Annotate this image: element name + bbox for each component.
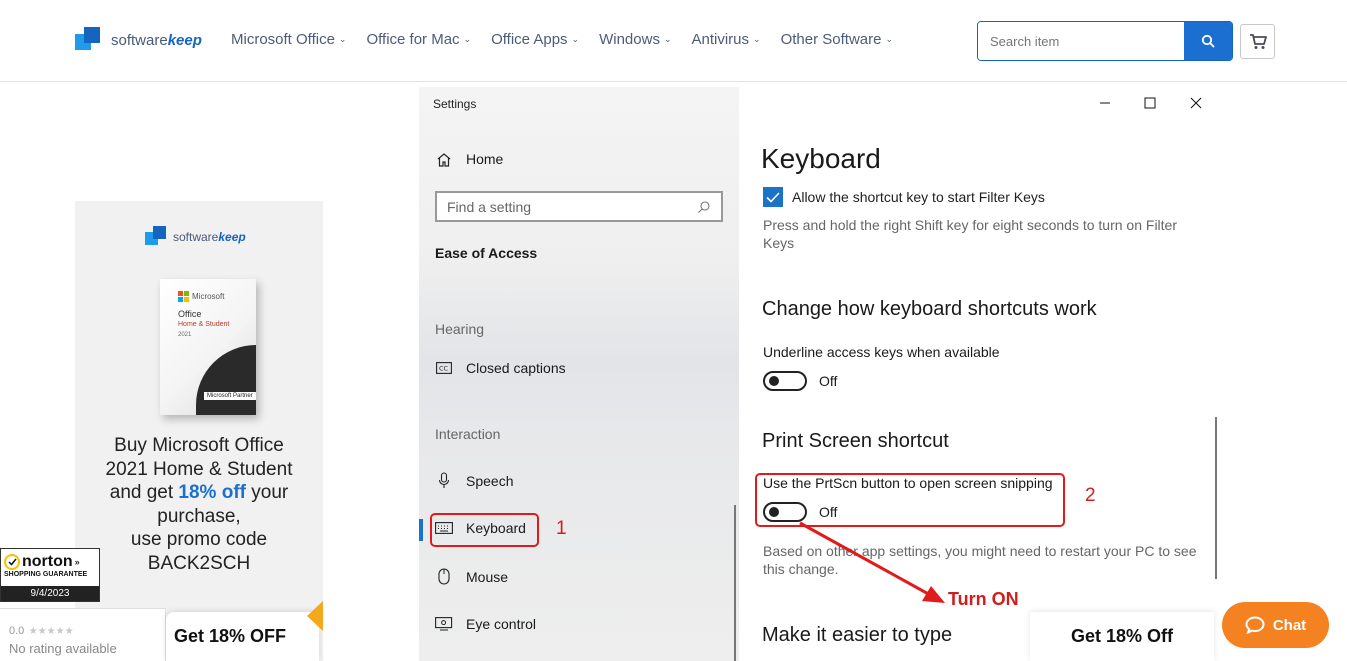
annotation-arrow-icon [799, 521, 945, 603]
promo-tab-right[interactable]: Get 18% Off [1030, 612, 1214, 661]
chevron-right-icon: » [74, 557, 80, 567]
norton-check-icon [4, 554, 20, 570]
rating-widget[interactable]: 0.0 ★★★★★ No rating available [0, 608, 166, 661]
promo-tab-left[interactable]: Get 18% OFF [166, 612, 319, 661]
star-rating-icon: ★★★★★ [28, 626, 74, 637]
chat-bubble-icon [1245, 616, 1265, 634]
page: softwarekeep Microsoft Office ⌄ Office fo… [0, 0, 1347, 661]
annotation-turn-on: Turn ON [948, 589, 1019, 609]
chat-button[interactable]: Chat [1222, 602, 1329, 648]
norton-badge[interactable]: norton » SHOPPING GUARANTEE 9/4/2023 [0, 548, 100, 602]
